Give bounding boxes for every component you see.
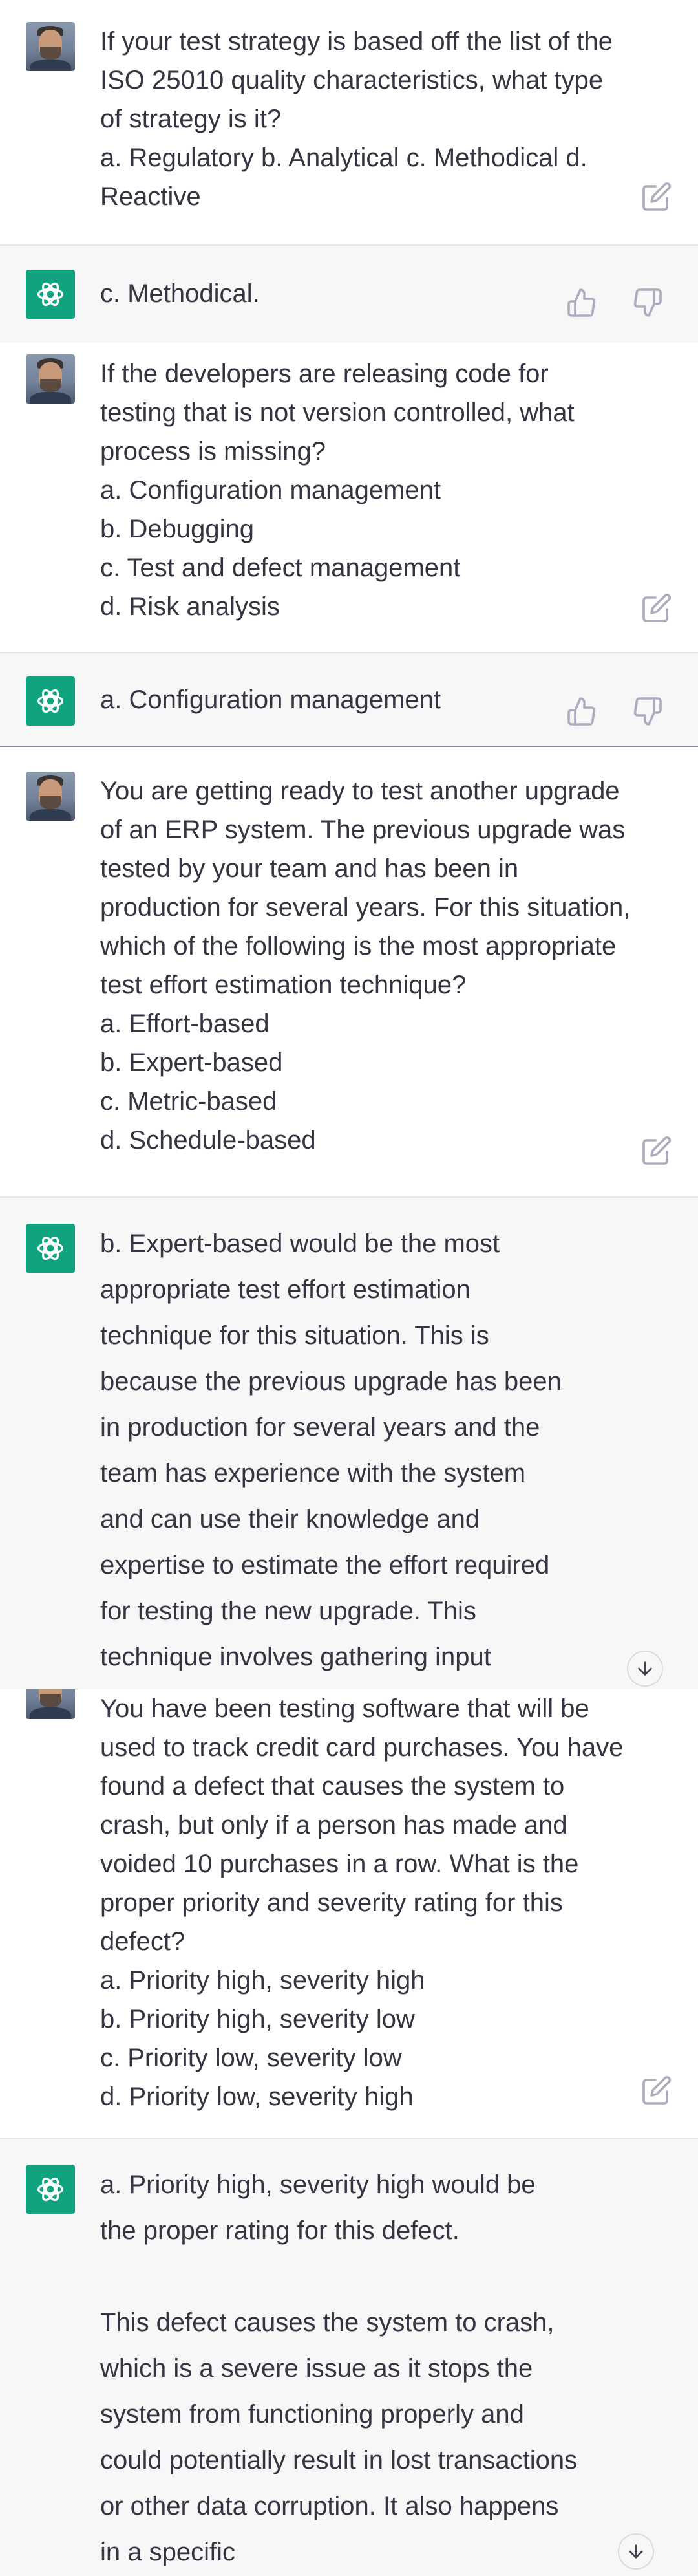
openai-logo-icon (26, 2165, 75, 2214)
assistant-message-text: b. Expert-based would be the most approp… (100, 1229, 569, 1671)
thumbs-down-icon[interactable] (632, 696, 663, 727)
assistant-message-text: a. Configuration management (100, 686, 441, 714)
assistant-message-3: b. Expert-based would be the most approp… (0, 1198, 698, 1689)
scroll-down-button[interactable] (627, 1651, 663, 1687)
edit-icon[interactable] (641, 1135, 672, 1166)
user-message-text: If your test strategy is based off the l… (100, 27, 613, 211)
assistant-message-text: c. Methodical. (100, 279, 260, 308)
thumbs-up-icon[interactable] (566, 696, 597, 727)
user-message-3: You are getting ready to test another up… (0, 748, 698, 1198)
user-avatar (26, 772, 75, 821)
arrow-down-icon (629, 2544, 643, 2559)
assistant-message-2: a. Configuration management (0, 653, 698, 747)
assistant-message-4: a. Priority high, severity high would be… (0, 2139, 698, 2576)
edit-icon[interactable] (641, 2075, 672, 2106)
openai-logo-icon (26, 1224, 75, 1273)
user-avatar (26, 1689, 75, 1719)
thumbs-down-icon[interactable] (632, 287, 663, 318)
user-message-4: You have been testing software that will… (0, 1689, 698, 2139)
openai-logo-icon (26, 676, 75, 726)
assistant-message-text: a. Priority high, severity high would be… (100, 2170, 578, 2566)
user-message-text: You have been testing software that will… (100, 1694, 624, 2111)
user-avatar (26, 22, 75, 71)
scroll-down-button[interactable] (618, 2533, 654, 2570)
arrow-down-icon (638, 1661, 652, 1676)
edit-icon[interactable] (641, 181, 672, 212)
user-message-text: If the developers are releasing code for… (100, 360, 575, 621)
user-message-1: If your test strategy is based off the l… (0, 0, 698, 246)
openai-logo-icon (26, 270, 75, 319)
user-avatar (26, 354, 75, 404)
user-message-2: If the developers are releasing code for… (0, 343, 698, 653)
edit-icon[interactable] (641, 592, 672, 623)
thumbs-up-icon[interactable] (566, 287, 597, 318)
user-message-text: You are getting ready to test another up… (100, 777, 631, 1154)
assistant-message-1: c. Methodical. (0, 246, 698, 343)
